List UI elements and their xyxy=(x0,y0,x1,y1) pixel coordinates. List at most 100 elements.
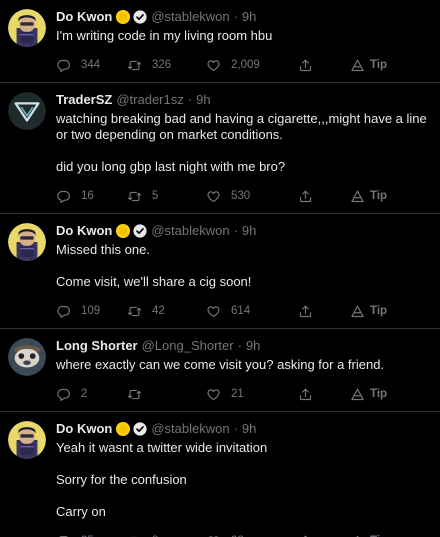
tip-icon xyxy=(351,190,364,202)
like-count: 530 xyxy=(231,190,251,202)
retweet-icon xyxy=(127,389,142,399)
like-button[interactable]: 530 xyxy=(206,189,298,204)
gold-badge-icon xyxy=(116,224,131,238)
retweet-button[interactable]: 8 xyxy=(127,534,206,537)
tip-button[interactable]: Tip xyxy=(350,534,410,537)
reply-icon xyxy=(58,535,69,537)
share-icon xyxy=(303,535,308,537)
tweet[interactable]: Do Kwon @stablekwon · 9h Missed this one… xyxy=(0,214,440,329)
action-bar: 344 326 2,009 Tip xyxy=(56,48,434,82)
author-handle[interactable]: @stablekwon xyxy=(151,9,229,25)
reply-count: 109 xyxy=(81,305,101,317)
reply-count: 344 xyxy=(81,59,101,71)
tweet[interactable]: Long Shorter @Long_Shorter · 9h where ex… xyxy=(0,329,440,412)
like-button[interactable]: 2,009 xyxy=(206,58,298,73)
retweet-button[interactable]: 326 xyxy=(127,58,206,73)
avatar[interactable] xyxy=(8,9,46,47)
author-name[interactable]: Do Kwon xyxy=(56,9,112,25)
tweet-paragraph: Sorry for the confusion xyxy=(56,472,187,487)
timestamp[interactable]: 9h xyxy=(242,421,256,437)
gold-badge-icon xyxy=(116,422,131,436)
timestamp[interactable]: 9h xyxy=(196,92,210,108)
tweet-text: I'm writing code in my living room hbu xyxy=(56,28,434,44)
verified-icon xyxy=(133,10,147,24)
retweet-count: 326 xyxy=(152,59,172,71)
share-button[interactable] xyxy=(298,387,350,402)
like-button[interactable]: 98 xyxy=(206,534,298,537)
tip-icon xyxy=(351,388,364,400)
reply-button[interactable]: 25 xyxy=(56,534,127,537)
author-name[interactable]: Do Kwon xyxy=(56,223,112,239)
gold-badge-icon xyxy=(116,10,131,24)
like-count: 2,009 xyxy=(231,59,260,71)
author-handle[interactable]: @stablekwon xyxy=(151,421,229,437)
separator-dot: · xyxy=(187,92,193,107)
reply-button[interactable]: 109 xyxy=(56,304,127,319)
separator-dot: · xyxy=(233,223,238,238)
separator-dot: · xyxy=(233,421,238,436)
author-handle[interactable]: @Long_Shorter xyxy=(142,338,234,354)
author-handle[interactable]: @trader1sz xyxy=(116,92,183,108)
share-button[interactable] xyxy=(298,58,350,73)
tip-label: Tip xyxy=(370,190,388,202)
tweet-paragraph: Come visit, we'll share a cig soon! xyxy=(56,274,252,289)
share-button[interactable] xyxy=(298,534,350,537)
tweet-paragraph: where exactly can we come visit you? ask… xyxy=(56,357,385,372)
timestamp[interactable]: 9h xyxy=(246,338,260,354)
reply-count: 16 xyxy=(81,190,94,202)
tweet[interactable]: Do Kwon @stablekwon · 9h I'm writing cod… xyxy=(0,0,440,83)
timestamp[interactable]: 9h xyxy=(242,9,256,25)
tip-button[interactable]: Tip xyxy=(350,189,410,204)
reply-button[interactable]: 2 xyxy=(56,387,127,402)
share-icon xyxy=(299,388,312,400)
share-button[interactable] xyxy=(298,304,350,319)
retweet-button[interactable] xyxy=(127,387,206,402)
author-name[interactable]: Long Shorter xyxy=(56,338,138,354)
avatar[interactable] xyxy=(8,421,46,459)
verified-icon xyxy=(133,224,147,238)
reply-count: 2 xyxy=(81,388,88,400)
like-button[interactable]: 21 xyxy=(206,387,298,402)
tweet-body: Do Kwon @stablekwon · 9h I'm writing cod… xyxy=(56,8,434,82)
like-count: 614 xyxy=(231,305,251,317)
share-button[interactable] xyxy=(298,189,350,204)
tip-label: Tip xyxy=(370,388,388,400)
like-icon xyxy=(207,388,220,400)
author-name[interactable]: TraderSZ xyxy=(56,92,112,108)
tweet[interactable]: TraderSZ @trader1sz · 9h watching breaki… xyxy=(0,83,440,214)
tweet-paragraph: watching breaking bad and having a cigar… xyxy=(56,111,427,142)
tip-button[interactable]: Tip xyxy=(350,387,410,402)
tweet[interactable]: Do Kwon @stablekwon · 9h Yeah it wasnt a… xyxy=(0,412,440,537)
retweet-icon xyxy=(129,536,137,537)
tweet-header: TraderSZ @trader1sz · 9h xyxy=(56,91,434,109)
tweet-feed: Do Kwon @stablekwon · 9h I'm writing cod… xyxy=(0,0,440,537)
action-bar: 16 5 530 Tip xyxy=(56,179,434,213)
reply-icon xyxy=(57,388,71,401)
like-count: 21 xyxy=(231,388,244,400)
reply-button[interactable]: 344 xyxy=(56,58,127,73)
tip-icon xyxy=(351,305,364,317)
retweet-button[interactable]: 5 xyxy=(127,189,206,204)
tip-button[interactable]: Tip xyxy=(350,58,410,73)
action-bar: 109 42 614 Tip xyxy=(56,294,434,328)
tip-button[interactable]: Tip xyxy=(350,304,410,319)
timestamp[interactable]: 9h xyxy=(242,223,256,239)
avatar[interactable] xyxy=(8,223,46,261)
share-icon xyxy=(299,305,312,317)
author-handle[interactable]: @stablekwon xyxy=(151,223,229,239)
verified-icon xyxy=(133,422,147,436)
author-name[interactable]: Do Kwon xyxy=(56,421,112,437)
like-button[interactable]: 614 xyxy=(206,304,298,319)
share-icon xyxy=(299,190,312,202)
reply-icon xyxy=(57,59,71,72)
like-icon xyxy=(208,535,219,537)
avatar[interactable] xyxy=(8,338,46,376)
tweet-body: Do Kwon @stablekwon · 9h Yeah it wasnt a… xyxy=(56,420,434,537)
retweet-count: 42 xyxy=(152,305,165,317)
retweet-count: 5 xyxy=(152,190,159,202)
reply-icon xyxy=(57,190,71,203)
tweet-text: Missed this one. Come visit, we'll share … xyxy=(56,242,434,290)
retweet-button[interactable]: 42 xyxy=(127,304,206,319)
avatar[interactable] xyxy=(8,92,46,130)
reply-button[interactable]: 16 xyxy=(56,189,127,204)
